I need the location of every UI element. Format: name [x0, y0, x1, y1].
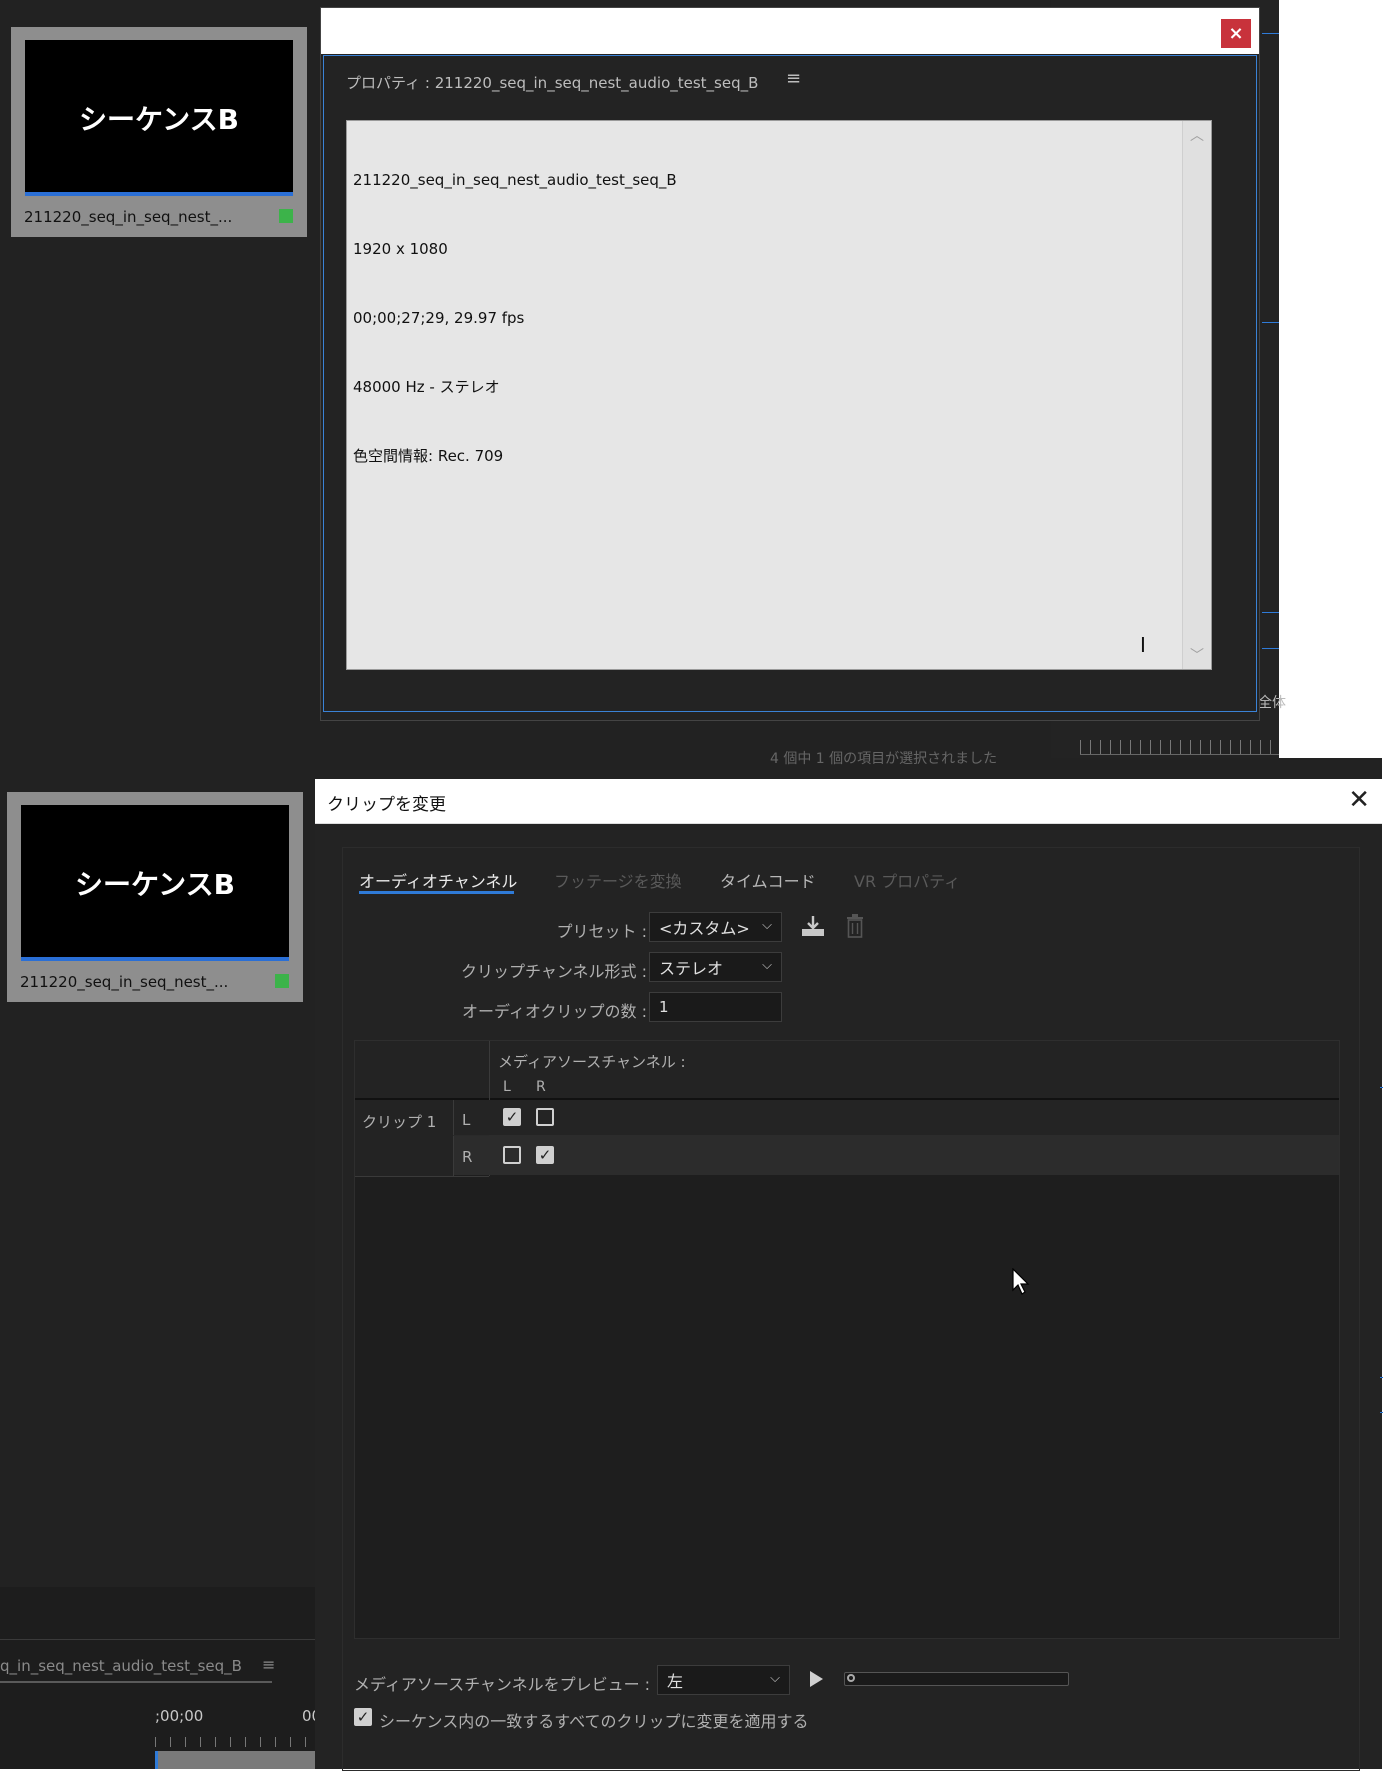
timeline-marker: [1262, 648, 1279, 649]
channel-format-select[interactable]: ステレオ ⌵: [649, 952, 782, 982]
row-label-r: R: [462, 1148, 473, 1166]
column-label-r: R: [536, 1079, 546, 1095]
properties-window: × プロパティ : 211220_seq_in_seq_nest_audio_t…: [320, 7, 1260, 721]
clip-count-value: 1: [659, 998, 669, 1016]
panel-menu-icon[interactable]: ≡: [786, 68, 801, 89]
checkbox-clip1-l-from-l[interactable]: ✓: [503, 1108, 521, 1126]
properties-titlebar[interactable]: ×: [321, 8, 1259, 54]
timeline-track[interactable]: [155, 1751, 315, 1769]
tab-active-indicator: [359, 891, 514, 894]
thumbnail-progress: [21, 957, 289, 961]
channel-matrix: メディアソースチャンネル : L R クリップ 1 L R ✓ ✓: [354, 1040, 1340, 1639]
delete-preset-icon[interactable]: [845, 914, 865, 938]
preview-label: メディアソースチャンネルをプレビュー :: [354, 1675, 651, 1694]
thumbnail-preview: シーケンスB: [25, 40, 293, 196]
thumbnail-title: シーケンスB: [79, 103, 239, 136]
column-label-l: L: [503, 1079, 511, 1095]
timeline-sequence-tab[interactable]: q_in_seq_nest_audio_test_seq_B: [0, 1657, 242, 1675]
clip-count-label: オーディオクリップの数 :: [461, 1002, 647, 1021]
property-line: 1920 x 1080: [353, 240, 448, 258]
tab-vr-properties[interactable]: VR プロパティ: [854, 868, 960, 892]
channel-format-label: クリップチャンネル形式 :: [461, 962, 647, 981]
timeline-panel: q_in_seq_nest_audio_test_seq_B ≡ ;00;00 …: [0, 1587, 321, 1769]
label-color-swatch: [279, 209, 293, 223]
preview-scrubber[interactable]: [844, 1672, 1069, 1686]
timeline-marker: [1262, 322, 1279, 323]
tab-underline: [0, 1681, 272, 1683]
tab-interpret-footage[interactable]: フッテージを変換: [554, 868, 682, 892]
preview-channel-value: 左: [667, 1672, 684, 1691]
properties-title: プロパティ : 211220_seq_in_seq_nest_audio_tes…: [346, 74, 759, 92]
partial-label: 全体: [1258, 695, 1286, 711]
scroll-down-icon[interactable]: ﹀: [1183, 645, 1211, 665]
thumbnail-label: 211220_seq_in_seq_nest_...: [20, 973, 229, 991]
dialog-titlebar[interactable]: クリップを変更 ✕: [315, 779, 1382, 824]
tab-audio-channels[interactable]: オーディオチャンネル: [359, 868, 517, 892]
timeline-marker: [1380, 1087, 1383, 1088]
thumbnail-title: シーケンスB: [75, 868, 235, 901]
preset-value: <カスタム>: [659, 919, 750, 938]
timeline-marker: [1262, 33, 1279, 34]
timeline-marker: [1380, 1412, 1383, 1413]
time-ruler: [1080, 740, 1279, 755]
clip-count-input[interactable]: 1: [649, 992, 782, 1022]
chevron-down-icon: ⌵: [770, 1671, 780, 1686]
project-item-thumbnail[interactable]: シーケンスB 211220_seq_in_seq_nest_...: [7, 792, 303, 1002]
apply-to-all-label[interactable]: シーケンス内の一致するすべてのクリップに変更を適用する: [379, 1708, 808, 1732]
property-line: 48000 Hz - ステレオ: [353, 378, 500, 396]
timeline-marker: [1380, 1377, 1383, 1378]
timeline-divider: [0, 1639, 315, 1640]
modify-clip-dialog: クリップを変更 ✕ オーディオチャンネル フッテージを変換 タイムコード VR …: [315, 779, 1382, 1771]
selection-status-text: 4 個中 1 個の項目が選択されました: [770, 751, 998, 767]
screen-edge: [1382, 758, 1392, 1769]
preset-label: プリセット :: [556, 922, 647, 941]
panel-menu-icon[interactable]: ≡: [262, 1655, 275, 1674]
checkbox-clip1-r-from-r[interactable]: ✓: [536, 1146, 554, 1164]
playhead[interactable]: [155, 1751, 158, 1769]
chevron-down-icon: ⌵: [762, 958, 772, 973]
vertical-scrollbar[interactable]: ︿ ﹀: [1182, 121, 1211, 669]
properties-textarea[interactable]: 211220_seq_in_seq_nest_audio_test_seq_B …: [346, 120, 1212, 670]
timecode-label: ;00;00: [155, 1707, 204, 1725]
media-source-label: メディアソースチャンネル :: [498, 1053, 686, 1071]
checkbox-clip1-r-from-l[interactable]: [503, 1146, 521, 1164]
property-line: 211220_seq_in_seq_nest_audio_test_seq_B: [353, 171, 677, 189]
close-icon[interactable]: ✕: [1348, 785, 1370, 815]
scrubber-handle[interactable]: [847, 1674, 855, 1682]
properties-panel: プロパティ : 211220_seq_in_seq_nest_audio_tes…: [323, 55, 1257, 712]
label-color-swatch: [275, 974, 289, 988]
save-preset-icon[interactable]: [800, 914, 826, 938]
preset-select[interactable]: <カスタム> ⌵: [649, 912, 782, 942]
channel-format-value: ステレオ: [659, 959, 724, 978]
thumbnail-label: 211220_seq_in_seq_nest_...: [24, 208, 233, 226]
tab-timecode[interactable]: タイムコード: [720, 868, 816, 892]
row-label-l: L: [462, 1111, 471, 1129]
play-icon[interactable]: [807, 1669, 825, 1689]
property-line: 00;00;27;29, 29.97 fps: [353, 309, 525, 327]
clip-name: クリップ 1: [362, 1113, 437, 1131]
timeline-marker: [1262, 612, 1279, 613]
project-item-thumbnail[interactable]: シーケンスB 211220_seq_in_seq_nest_...: [11, 27, 307, 237]
text-cursor-icon: I: [1140, 633, 1146, 657]
property-line: 色空間情報: Rec. 709: [353, 447, 504, 465]
apply-to-all-checkbox[interactable]: ✓: [354, 1708, 372, 1726]
scroll-up-icon[interactable]: ︿: [1183, 125, 1211, 145]
properties-lines: 211220_seq_in_seq_nest_audio_test_seq_B …: [353, 123, 677, 514]
chevron-down-icon: ⌵: [762, 918, 772, 933]
row-divider: [453, 1135, 489, 1136]
time-ruler: [155, 1737, 315, 1747]
close-button[interactable]: ×: [1221, 19, 1251, 48]
thumbnail-progress: [25, 192, 293, 196]
checkbox-clip1-l-from-r[interactable]: [536, 1108, 554, 1126]
mouse-cursor-icon: [1011, 1267, 1031, 1296]
thumbnail-preview: シーケンスB: [21, 805, 289, 961]
dialog-title: クリップを変更: [327, 795, 446, 815]
preview-channel-select[interactable]: 左 ⌵: [657, 1665, 790, 1695]
row-divider: [355, 1176, 489, 1177]
